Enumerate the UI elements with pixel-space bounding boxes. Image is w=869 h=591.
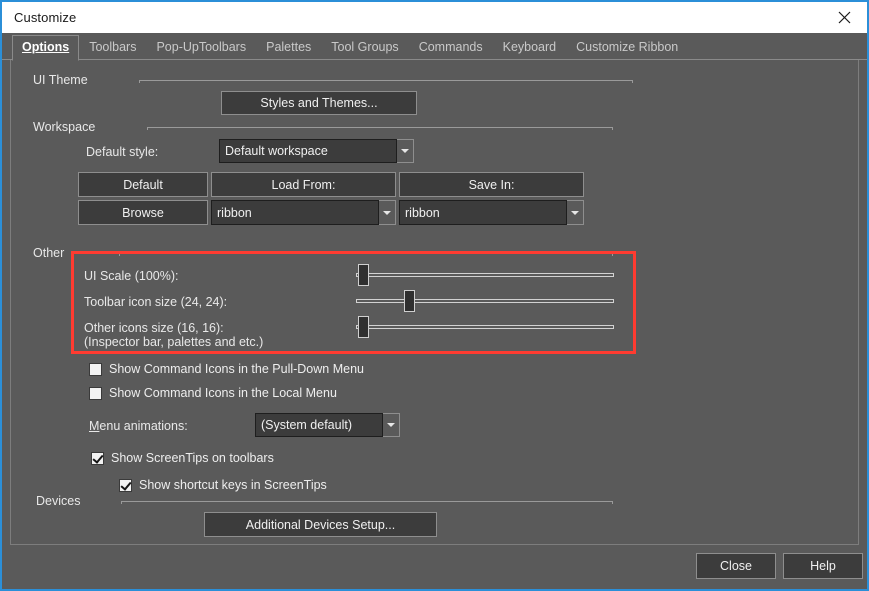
checkbox-show-command-icons-local[interactable]: Show Command Icons in the Local Menu (89, 386, 337, 400)
options-panel: UI Theme Styles and Themes... Workspace … (10, 60, 859, 545)
checkbox-box[interactable] (119, 479, 132, 492)
tab-keyboard-label: Keyboard (503, 40, 557, 54)
save-in-combo[interactable]: ribbon (399, 200, 584, 225)
tab-strip: Options Toolbars Pop-UpToolbars Palettes… (2, 33, 867, 60)
ui-scale-label: UI Scale (100%): (84, 269, 178, 283)
other-icons-size-slider-track[interactable] (356, 325, 614, 329)
group-label-ui-theme: UI Theme (33, 73, 88, 87)
save-in-button[interactable]: Save In: (399, 172, 584, 197)
ui-scale-slider-track[interactable] (356, 273, 614, 277)
other-icons-size-label: Other icons size (16, 16): (84, 321, 224, 335)
ui-scale-slider-thumb[interactable] (358, 264, 369, 286)
checkbox-box[interactable] (91, 452, 104, 465)
tab-toolbars[interactable]: Toolbars (79, 35, 146, 60)
tab-popup-toolbars-label: Pop-UpToolbars (156, 40, 246, 54)
dialog-footer: Close Help (2, 545, 867, 589)
tab-customize-ribbon-label: Customize Ribbon (576, 40, 678, 54)
save-in-value: ribbon (399, 200, 567, 225)
menu-animations-combo[interactable]: (System default) (255, 413, 400, 437)
toolbar-icon-size-label: Toolbar icon size (24, 24): (84, 295, 227, 309)
group-rule-other (119, 253, 613, 254)
toolbar-icon-size-slider-thumb[interactable] (404, 290, 415, 312)
menu-animations-label-rest: enu animations: (99, 419, 187, 433)
group-label-devices: Devices (36, 494, 80, 508)
tab-popup-toolbars[interactable]: Pop-UpToolbars (146, 35, 256, 60)
checkbox-show-shortcut-keys[interactable]: Show shortcut keys in ScreenTips (119, 478, 327, 492)
customize-dialog: Customize Options Toolbars Pop-UpToolbar… (0, 0, 869, 591)
tab-palettes[interactable]: Palettes (256, 35, 321, 60)
checkbox-box[interactable] (89, 387, 102, 400)
tab-commands-label: Commands (419, 40, 483, 54)
toolbar-icon-size-slider[interactable] (356, 290, 614, 312)
other-icons-size-sublabel: (Inspector bar, palettes and etc.) (84, 335, 263, 349)
checkbox-show-screentips[interactable]: Show ScreenTips on toolbars (91, 451, 274, 465)
checkbox-show-shortcut-keys-label: Show shortcut keys in ScreenTips (139, 478, 327, 492)
title-bar: Customize (2, 2, 867, 33)
tab-customize-ribbon[interactable]: Customize Ribbon (566, 35, 688, 60)
tab-toolbars-label: Toolbars (89, 40, 136, 54)
help-button[interactable]: Help (783, 553, 863, 579)
chevron-down-icon[interactable] (397, 139, 414, 163)
menu-animations-label: Menu animations: (89, 419, 188, 433)
group-rule-ui-theme (139, 80, 633, 81)
group-label-workspace: Workspace (33, 120, 95, 134)
checkbox-box[interactable] (89, 363, 102, 376)
group-rule-devices (121, 501, 613, 502)
chevron-down-icon[interactable] (383, 413, 400, 437)
load-from-value: ribbon (211, 200, 379, 225)
tab-options[interactable]: Options (12, 35, 79, 61)
ui-scale-slider[interactable] (356, 264, 614, 286)
additional-devices-setup-button[interactable]: Additional Devices Setup... (204, 512, 437, 537)
tab-keyboard[interactable]: Keyboard (493, 35, 567, 60)
other-icons-size-slider[interactable] (356, 316, 614, 338)
toolbar-icon-size-slider-track[interactable] (356, 299, 614, 303)
browse-button[interactable]: Browse (78, 200, 208, 225)
chevron-down-icon[interactable] (567, 200, 584, 225)
default-style-label: Default style: (86, 145, 158, 159)
checkbox-show-command-icons-pulldown-label: Show Command Icons in the Pull-Down Menu (109, 362, 364, 376)
close-button[interactable]: Close (696, 553, 776, 579)
menu-animations-accel: M (89, 419, 99, 433)
tab-tool-groups[interactable]: Tool Groups (321, 35, 408, 60)
tab-commands[interactable]: Commands (409, 35, 493, 60)
chevron-down-icon[interactable] (379, 200, 396, 225)
tab-palettes-label: Palettes (266, 40, 311, 54)
checkbox-show-screentips-label: Show ScreenTips on toolbars (111, 451, 274, 465)
checkbox-show-command-icons-pulldown[interactable]: Show Command Icons in the Pull-Down Menu (89, 362, 364, 376)
tab-tool-groups-label: Tool Groups (331, 40, 398, 54)
close-icon[interactable] (822, 2, 867, 33)
load-from-combo[interactable]: ribbon (211, 200, 396, 225)
checkbox-show-command-icons-local-label: Show Command Icons in the Local Menu (109, 386, 337, 400)
group-rule-workspace (147, 127, 613, 128)
default-style-combo[interactable]: Default workspace (219, 139, 414, 163)
default-style-value: Default workspace (219, 139, 397, 163)
other-icons-size-slider-thumb[interactable] (358, 316, 369, 338)
load-from-button[interactable]: Load From: (211, 172, 396, 197)
styles-and-themes-button[interactable]: Styles and Themes... (221, 91, 417, 115)
window-title: Customize (14, 10, 76, 25)
menu-animations-value: (System default) (255, 413, 383, 437)
tab-options-label: Options (22, 40, 69, 54)
default-button[interactable]: Default (78, 172, 208, 197)
group-label-other: Other (33, 246, 64, 260)
